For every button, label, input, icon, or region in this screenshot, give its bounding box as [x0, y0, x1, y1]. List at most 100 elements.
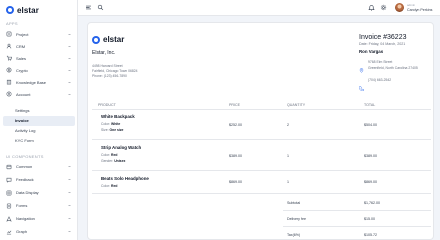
chevron-down-icon: [67, 203, 72, 208]
sidebar-item-project[interactable]: Project: [0, 28, 78, 40]
sidebar-sub-invoice[interactable]: Invoice: [3, 116, 75, 126]
invoice-card: elstar Elstar, Inc. 4498 Harvard Street …: [87, 22, 434, 240]
invoice-logo: elstar: [92, 35, 124, 44]
subtotal-value: $1,762.00: [364, 201, 380, 205]
attr-label: Color:: [101, 153, 111, 157]
product-qty: 1: [287, 154, 289, 158]
phone-icon: [358, 78, 364, 92]
sidebar-item-feedback[interactable]: Feedback: [0, 173, 78, 186]
company-address-line: 4498 Harvard Street: [92, 64, 123, 68]
sidebar-item-forms[interactable]: Forms: [0, 199, 78, 212]
column-header-price: PRICE: [229, 103, 240, 107]
product-price: $252.00: [229, 123, 242, 127]
brand[interactable]: elstar: [0, 0, 77, 16]
company-name: Elstar, Inc.: [92, 50, 116, 56]
bell-icon[interactable]: [368, 4, 375, 11]
navigation-icon: [6, 215, 12, 222]
sidebar-item-label: Crypto: [16, 67, 28, 73]
invoice-brand-name: elstar: [103, 35, 125, 44]
graph-icon: [6, 229, 12, 235]
product-qty: 2: [287, 123, 289, 127]
product-attribute: Color: Red: [101, 153, 117, 157]
sidebar-sub-settings[interactable]: Settings: [3, 106, 75, 116]
top-header: admin Carolyn Perkins: [78, 0, 440, 16]
chevron-down-icon: [67, 68, 72, 73]
search-icon[interactable]: [97, 4, 104, 11]
sidebar-item-account[interactable]: Account: [0, 88, 78, 100]
sidebar-sub-kyc-form[interactable]: KYC Form: [3, 136, 75, 146]
product-price: $389.00: [229, 154, 242, 158]
sidebar: elstar APPS Project CRM Sales Crypto Kno…: [0, 0, 78, 240]
sidebar-item-sales[interactable]: Sales: [0, 52, 78, 64]
sidebar-item-data-display[interactable]: Data Display: [0, 186, 78, 199]
sidebar-item-navigation[interactable]: Navigation: [0, 212, 78, 225]
sidebar-item-graph[interactable]: Graph: [0, 225, 78, 238]
attr-value: One size: [109, 128, 124, 132]
chevron-down-icon: [67, 44, 72, 49]
product-name: Strip Analog Watch: [101, 145, 142, 150]
sidebar-item-crm[interactable]: CRM: [0, 40, 78, 52]
apps-section-title: APPS: [6, 21, 18, 26]
divider: [92, 109, 431, 110]
settings-icon[interactable]: [380, 4, 387, 11]
bill-to-name: Ron Vargas: [359, 49, 384, 54]
ui-components-section-title: UI COMPONENTS: [6, 154, 44, 159]
column-header-product: PRODUCT: [98, 103, 116, 107]
bill-address-line: Greenfield, North Carolina 27405: [368, 66, 418, 70]
attr-label: Color:: [101, 184, 111, 188]
us-flag-icon[interactable]: [355, 5, 362, 10]
chevron-down-icon: [67, 229, 72, 234]
avatar[interactable]: [395, 3, 404, 12]
company-phone: Phone: (123) 456-7890: [92, 74, 127, 78]
chevron-down-icon: [67, 177, 72, 182]
sidebar-item-label: Data Display: [16, 190, 39, 195]
brand-name: elstar: [17, 5, 39, 15]
account-icon: [6, 91, 12, 97]
attr-label: Size:: [101, 128, 109, 132]
chevron-down-icon: [67, 216, 72, 221]
menu-icon[interactable]: [85, 4, 92, 11]
product-attribute: Color: Red: [101, 184, 117, 188]
product-attribute: Gender: Unisex: [101, 159, 125, 163]
sidebar-item-label: Knowledge Base: [16, 79, 47, 85]
sidebar-item-knowledge-base[interactable]: Knowledge Base: [0, 76, 78, 88]
invoice-date: Date: Friday, 04 March, 2021: [359, 42, 406, 46]
company-address-line: Fairfield, Chicago Town 06824: [92, 69, 138, 73]
tax-label: Tax(6%): [287, 233, 301, 237]
sidebar-item-crypto[interactable]: Crypto: [0, 64, 78, 76]
product-attribute: Size: One size: [101, 128, 123, 132]
chevron-down-icon: [67, 80, 72, 85]
sidebar-item-label: Common: [16, 164, 33, 169]
chevron-up-icon: [67, 92, 72, 97]
product-total: $869.00: [364, 180, 377, 184]
sidebar-sub-activity-log[interactable]: Activity Log: [3, 126, 75, 136]
product-price: $869.00: [229, 180, 242, 184]
sidebar-item-label: Graph: [16, 229, 28, 234]
divider: [283, 210, 431, 211]
knowledge-icon: [6, 79, 12, 85]
divider: [92, 139, 431, 140]
chevron-down-icon: [67, 164, 72, 169]
elstar-logo-icon: [6, 6, 14, 14]
bill-address-line: 9768 Elm Street: [368, 60, 393, 64]
sidebar-item-label: CRM: [16, 43, 26, 49]
divider: [92, 193, 431, 194]
sales-icon: [6, 55, 12, 61]
product-name: White Backpack: [101, 114, 135, 119]
product-total: $389.00: [364, 154, 377, 158]
user-name[interactable]: Carolyn Perkins: [407, 8, 432, 12]
feedback-icon: [6, 177, 12, 183]
attr-label: Color:: [101, 122, 111, 126]
chevron-down-icon: [67, 56, 72, 61]
forms-icon: [6, 203, 12, 209]
divider: [92, 170, 431, 171]
sidebar-item-label: Forms: [16, 203, 28, 208]
sidebar-item-label: Account: [16, 91, 31, 97]
elstar-logo-icon: [92, 35, 100, 44]
product-total: $504.00: [364, 123, 377, 127]
product-name: Beats Solo Headphone: [101, 176, 149, 181]
sidebar-item-common[interactable]: Common: [0, 160, 78, 173]
attr-label: Gender:: [101, 159, 114, 163]
tax-value: $105.72: [364, 233, 377, 237]
attr-value: Unisex: [114, 159, 126, 163]
